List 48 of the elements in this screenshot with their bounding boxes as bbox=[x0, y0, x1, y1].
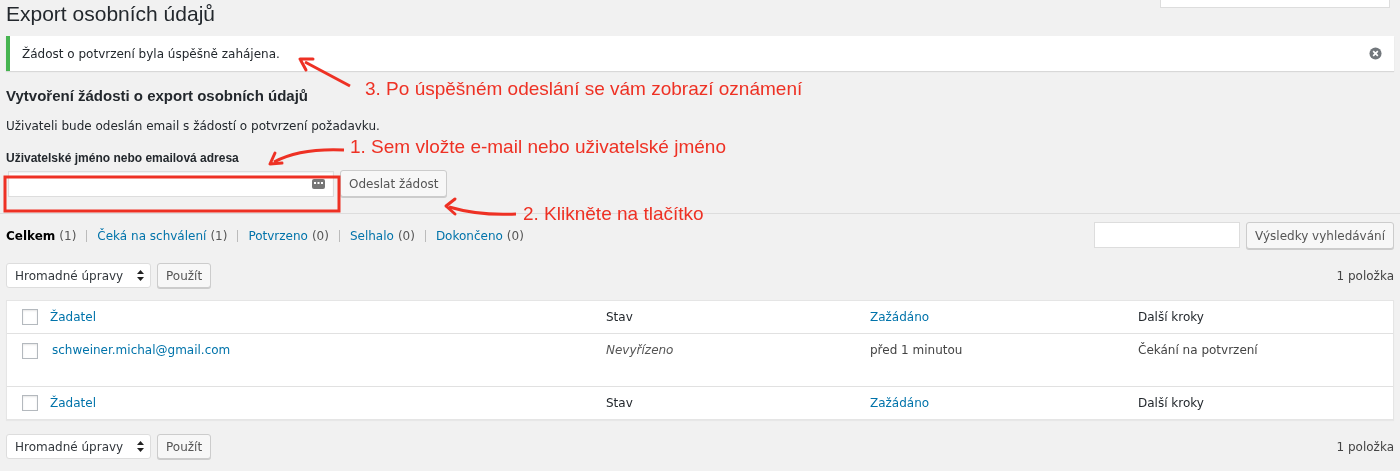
status-filter-link[interactable]: Celkem bbox=[6, 228, 56, 243]
apply-button[interactable]: Použít bbox=[157, 263, 212, 288]
screen-options-tab[interactable] bbox=[1160, 0, 1390, 8]
filter-count: (0) bbox=[506, 228, 524, 243]
annotation-text: 2. Klikněte na tlačítko bbox=[523, 203, 704, 225]
up-down-arrows-icon bbox=[137, 441, 144, 452]
filter-count: (1) bbox=[59, 228, 77, 243]
form-heading: Vytvoření žádosti o export osobních údajů bbox=[6, 87, 308, 106]
search-button[interactable]: Výsledky vyhledávání bbox=[1246, 222, 1394, 249]
annotation-text: 1. Sem vložte e-mail nebo uživatelské jméno bbox=[350, 136, 726, 158]
column-header: Stav bbox=[606, 396, 633, 410]
filter-count: (0) bbox=[311, 228, 329, 243]
field-label: Uživatelské jméno nebo emailová adresa bbox=[6, 151, 239, 167]
requested-cell: před 1 minutou bbox=[870, 343, 963, 357]
column-header: Další kroky bbox=[1138, 396, 1204, 410]
notice-message: Žádost o potvrzení byla úspěšně zahájena. bbox=[22, 46, 280, 61]
sortable-column-header[interactable]: Žadatel bbox=[50, 396, 96, 410]
apply-button[interactable]: Použít bbox=[157, 434, 212, 459]
row-checkbox[interactable] bbox=[21, 343, 38, 359]
requester-link[interactable]: schweiner.michal@gmail.com bbox=[50, 343, 231, 357]
status-filter-link[interactable]: Dokončeno bbox=[435, 228, 503, 243]
keyboard-icon bbox=[312, 178, 325, 189]
column-header: Další kroky bbox=[1138, 310, 1204, 324]
bulk-actions-select[interactable]: Hromadné úpravy bbox=[6, 263, 151, 288]
send-request-button[interactable]: Odeslat žádost bbox=[340, 170, 448, 197]
sortable-column-header[interactable]: Zažádáno bbox=[870, 310, 930, 324]
filter-count: (0) bbox=[397, 228, 415, 243]
items-count: 1 položka bbox=[1336, 268, 1394, 283]
sortable-column-header[interactable]: Zažádáno bbox=[870, 396, 930, 410]
select-all-checkbox[interactable] bbox=[21, 395, 38, 411]
annotation-arrow bbox=[298, 57, 351, 88]
search-field[interactable] bbox=[1094, 222, 1241, 248]
page-title: Export osobních údajů bbox=[6, 2, 215, 26]
select-all-checkbox[interactable] bbox=[21, 309, 38, 325]
form-description: Uživateli bude odeslán email s žádostí o potvrzení požadavku. bbox=[6, 119, 381, 135]
column-header: Stav bbox=[606, 310, 633, 324]
annotation-text: 3. Po úspěšném odeslání se vám zobrazí oznámení bbox=[365, 78, 803, 100]
next-steps-cell: Čekání na potvrzení bbox=[1138, 343, 1258, 357]
bulk-actions-select[interactable]: Hromadné úpravy bbox=[6, 434, 151, 459]
status-filter-link[interactable]: Potvrzeno bbox=[248, 228, 308, 243]
close-icon[interactable] bbox=[1369, 47, 1382, 60]
status-filter-link[interactable]: Čeká na schválení bbox=[97, 228, 207, 243]
items-count: 1 položka bbox=[1336, 439, 1394, 454]
up-down-arrows-icon bbox=[137, 270, 144, 281]
status-cell: Nevyřízeno bbox=[606, 343, 674, 357]
status-filter-link[interactable]: Selhalo bbox=[349, 228, 394, 243]
sortable-column-header[interactable]: Žadatel bbox=[50, 310, 96, 324]
filter-count: (1) bbox=[210, 228, 228, 243]
